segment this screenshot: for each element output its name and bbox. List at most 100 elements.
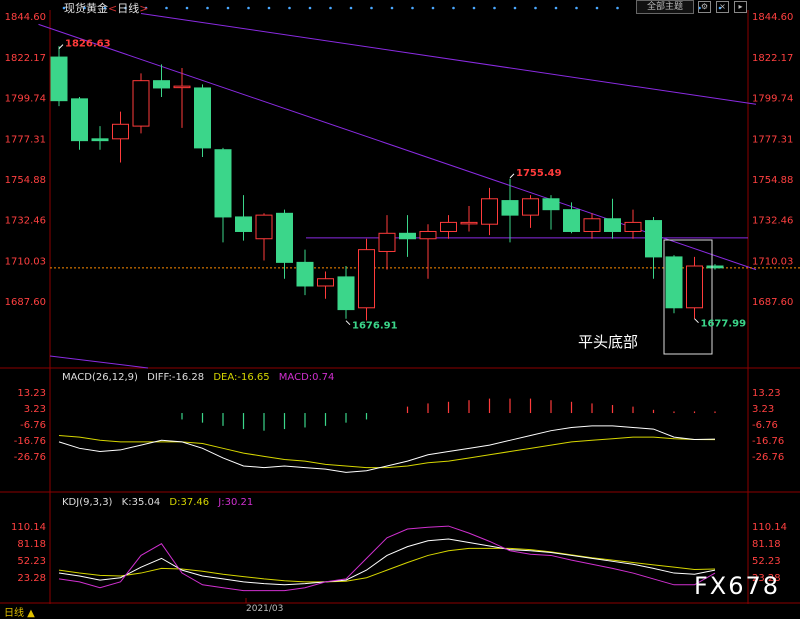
main-theme-select[interactable]: 全部主题 bbox=[636, 0, 694, 14]
candle-down bbox=[296, 261, 314, 287]
candle-down bbox=[337, 276, 355, 311]
label-pointer bbox=[509, 173, 515, 179]
macd-y-tick-left: 3.23 bbox=[24, 404, 46, 415]
candle-down bbox=[214, 149, 232, 218]
candle-up bbox=[378, 232, 396, 252]
watermark: FX678 bbox=[694, 572, 781, 600]
settings-icon[interactable]: ⚙ bbox=[698, 1, 711, 13]
candle-up bbox=[624, 221, 642, 232]
chart-title: 现货黄金<日线> bbox=[64, 2, 149, 15]
candle-down bbox=[399, 232, 416, 240]
kdj-j: J:30.21 bbox=[218, 497, 254, 508]
y-tick-right: 1687.60 bbox=[752, 297, 793, 308]
candle-up bbox=[419, 230, 437, 240]
d-line bbox=[58, 547, 716, 583]
kdj-y-tick-right: 81.18 bbox=[752, 539, 781, 550]
kdj-params: KDJ(9,3,3) bbox=[62, 497, 113, 508]
candle-up bbox=[686, 265, 703, 309]
candle-up bbox=[522, 198, 539, 216]
y-tick-right: 1710.03 bbox=[752, 256, 793, 267]
y-tick-left: 1777.31 bbox=[5, 134, 46, 145]
macd-y-tick-left: 13.23 bbox=[17, 388, 46, 399]
y-tick-right: 1822.17 bbox=[752, 53, 793, 64]
y-tick-left: 1754.88 bbox=[5, 175, 46, 186]
y-tick-left: 1732.46 bbox=[5, 216, 46, 227]
kdj-y-tick-left: 110.14 bbox=[11, 522, 46, 533]
kdj-y-tick-left: 81.18 bbox=[17, 539, 46, 550]
candle-down bbox=[153, 80, 170, 89]
extreme-label: 1676.91 bbox=[352, 321, 398, 332]
candle-up bbox=[132, 80, 150, 127]
y-tick-left: 1687.60 bbox=[5, 297, 46, 308]
candle-up bbox=[112, 123, 129, 140]
kdj-k: K:35.04 bbox=[121, 497, 161, 508]
extreme-label: 1755.49 bbox=[516, 168, 562, 179]
macd-y-tick-right: -16.76 bbox=[752, 436, 784, 447]
y-tick-right: 1777.31 bbox=[752, 134, 793, 145]
macd-y-tick-right: 3.23 bbox=[752, 404, 774, 415]
candle-down bbox=[91, 138, 109, 142]
candle-down bbox=[194, 87, 211, 149]
candle-down bbox=[71, 98, 88, 142]
extreme-label: 1826.63 bbox=[65, 39, 111, 50]
candle-up bbox=[317, 278, 334, 287]
macd-y-tick-right: 13.23 bbox=[752, 388, 781, 399]
macd-diff: DIFF:-16.28 bbox=[147, 372, 205, 383]
label-pointer bbox=[58, 44, 64, 50]
chart-canvas: 1844.60 1844.601822.17 1822.171799.74 1799.… bbox=[0, 6, 800, 604]
macd-legend: MACD(26,12,9) DIFF:-16.28 DEA:-16.65 MAC… bbox=[62, 372, 340, 383]
candle-down bbox=[706, 265, 724, 269]
candle-up bbox=[460, 221, 478, 225]
kdj-legend: KDJ(9,3,3) K:35.04 D:37.46 J:30.21 bbox=[62, 497, 259, 508]
macd-value: MACD:0.74 bbox=[278, 372, 335, 383]
extreme-label: 1677.99 bbox=[701, 319, 747, 330]
macd-y-tick-right: -26.76 bbox=[752, 452, 784, 463]
j-line bbox=[58, 525, 716, 592]
close-icon[interactable]: × bbox=[716, 1, 729, 13]
trendline-stub bbox=[49, 355, 149, 369]
annotation-text: 平头底部 bbox=[578, 333, 639, 351]
candle-down bbox=[645, 220, 662, 258]
kdj-y-tick-left: 23.28 bbox=[17, 573, 46, 584]
candle-down bbox=[501, 200, 519, 216]
candle-up bbox=[358, 249, 375, 309]
macd-y-tick-left: -26.76 bbox=[14, 452, 46, 463]
candle-up bbox=[173, 85, 191, 89]
candle-down bbox=[542, 198, 560, 211]
kdj-d: D:37.46 bbox=[169, 497, 210, 508]
label-pointer bbox=[345, 320, 351, 326]
top-bar: 现货黄金<日线> 全部主题 ⚙ × ▸ bbox=[0, 0, 800, 15]
y-tick-left: 1799.74 bbox=[5, 94, 46, 105]
kdj-y-tick-right: 52.23 bbox=[752, 556, 781, 567]
instrument-name: 现货黄金 bbox=[64, 2, 108, 15]
candle-down bbox=[665, 256, 683, 309]
y-tick-left: 1710.03 bbox=[5, 256, 46, 267]
period-switch[interactable]: 日线 ▲ bbox=[4, 604, 35, 619]
macd-y-tick-right: -6.76 bbox=[752, 420, 778, 431]
date-axis-label: 2021/03 bbox=[246, 604, 284, 614]
period-label: 日线 bbox=[117, 2, 140, 15]
macd-params: MACD(26,12,9) bbox=[62, 372, 138, 383]
label-pointer bbox=[694, 318, 699, 324]
candle-up bbox=[481, 198, 498, 225]
candle-down bbox=[276, 212, 293, 263]
candle-down bbox=[604, 218, 621, 232]
candle-down bbox=[50, 56, 68, 102]
macd-y-tick-left: -16.76 bbox=[14, 436, 46, 447]
macd-dea: DEA:-16.65 bbox=[213, 372, 270, 383]
y-tick-right: 1732.46 bbox=[752, 216, 793, 227]
arrow-icon[interactable]: ▸ bbox=[734, 1, 747, 13]
candle-down bbox=[563, 209, 580, 232]
macd-y-tick-left: -6.76 bbox=[20, 420, 46, 431]
y-tick-right: 1754.88 bbox=[752, 175, 793, 186]
candle-up bbox=[583, 218, 601, 232]
diff-line bbox=[58, 425, 716, 473]
y-tick-left: 1822.17 bbox=[5, 53, 46, 64]
candle-down bbox=[235, 216, 252, 232]
dea-line bbox=[58, 434, 716, 469]
candle-up bbox=[255, 214, 273, 240]
kdj-y-tick-right: 110.14 bbox=[752, 522, 787, 533]
candle-up bbox=[440, 221, 457, 232]
kdj-y-tick-left: 52.23 bbox=[17, 556, 46, 567]
y-tick-right: 1799.74 bbox=[752, 94, 793, 105]
